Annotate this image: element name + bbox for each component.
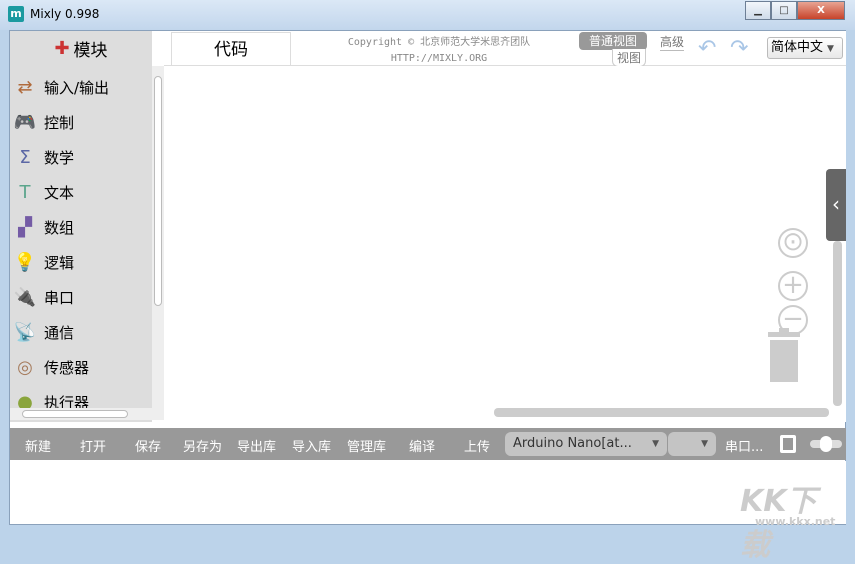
category-2[interactable]: Σ 数学: [14, 142, 74, 172]
close-button[interactable]: X: [797, 1, 845, 20]
category-4[interactable]: ▞ 数组: [14, 212, 74, 242]
open-button[interactable]: 打开: [80, 436, 106, 455]
view-label: 视图: [612, 49, 647, 67]
category-label: 输入/输出: [44, 78, 110, 97]
category-3[interactable]: T 文本: [14, 177, 75, 207]
undo-icon[interactable]: ↶: [698, 36, 716, 61]
category-icon: 💡: [13, 251, 37, 273]
bottom-toolbar: 新建 打开 保存 另存为 导出库 导入库 管理库 编译 上传 Arduino N…: [10, 428, 846, 460]
import-library-button[interactable]: 导入库: [292, 436, 331, 455]
category-icon: 🔌: [13, 286, 37, 308]
board-select[interactable]: Arduino Nano[at... ▼: [505, 432, 667, 456]
center-icon[interactable]: ⊙: [778, 228, 808, 258]
watermark-url: www.kkx.net: [755, 515, 836, 528]
output-console[interactable]: [10, 461, 846, 524]
app-icon: m: [8, 6, 24, 22]
workspace-vertical-scrollbar[interactable]: [833, 241, 842, 406]
app-client: ✚ 模块 ⇄ 输入/输出 🎮 控制 Σ 数学 T 文本 ▞ 数组 💡 逻辑 🔌 串口 📡 通信 ◎ 传感器 ● 执行器…: [9, 30, 846, 563]
toggle-switch[interactable]: [810, 436, 842, 452]
blocks-header: ✚ 模块: [10, 31, 152, 66]
zoom-in-icon[interactable]: +: [778, 271, 808, 301]
upload-button[interactable]: 上传: [464, 436, 490, 455]
minimize-button[interactable]: ▁: [745, 1, 771, 20]
category-icon: Σ: [19, 146, 31, 168]
category-label: 控制: [44, 113, 75, 132]
advanced-view-button[interactable]: 高级: [660, 33, 685, 51]
category-label: 传感器: [44, 358, 90, 377]
category-label: 数组: [44, 218, 75, 237]
category-label: 逻辑: [44, 253, 75, 272]
title-bar: m Mixly 0.998 ▁ □ X: [0, 0, 855, 30]
scroll-thumb[interactable]: [22, 410, 128, 418]
manage-library-button[interactable]: 管理库: [347, 436, 386, 455]
window-title: Mixly 0.998: [30, 7, 100, 21]
sidebar-vertical-scrollbar[interactable]: [152, 66, 164, 409]
blocks-title: 模块: [73, 41, 108, 61]
save-button[interactable]: 保存: [135, 436, 161, 455]
language-value: 简体中文: [771, 40, 824, 55]
category-label: 数学: [44, 148, 75, 167]
trash-icon[interactable]: [764, 328, 804, 384]
category-icon: 📡: [13, 321, 37, 343]
normal-view-button[interactable]: 普通视图: [579, 32, 647, 50]
category-icon: 🎮: [13, 111, 37, 133]
chip-icon[interactable]: [780, 435, 796, 453]
language-select[interactable]: 简体中文 ▼: [767, 37, 843, 59]
category-8[interactable]: ◎ 传感器: [14, 352, 89, 382]
redo-icon[interactable]: ↷: [730, 36, 748, 61]
copyright-text: Copyright © 北京师范大学米思齐团队: [347, 37, 531, 48]
sidebar-horizontal-scrollbar[interactable]: [10, 408, 164, 420]
category-icon: ◎: [17, 356, 33, 378]
puzzle-icon: ✚: [54, 38, 70, 59]
category-0[interactable]: ⇄ 输入/输出: [14, 72, 109, 102]
chevron-down-icon: ▼: [827, 44, 834, 54]
save-as-button[interactable]: 另存为: [183, 436, 222, 455]
port-select[interactable]: ▼: [668, 432, 716, 456]
maximize-button[interactable]: □: [771, 1, 797, 20]
tab-bar: 代码 Copyright © 北京师范大学米思齐团队 HTTP://MIXLY.…: [164, 31, 846, 67]
tab-code[interactable]: 代码: [171, 32, 291, 66]
category-icon: T: [19, 181, 31, 203]
new-button[interactable]: 新建: [25, 436, 51, 455]
category-icon: ▞: [18, 216, 32, 238]
chevron-down-icon: ▼: [652, 439, 659, 449]
category-label: 文本: [44, 183, 75, 202]
category-label: 串口: [44, 288, 75, 307]
category-5[interactable]: 💡 逻辑: [14, 247, 74, 277]
category-1[interactable]: 🎮 控制: [14, 107, 74, 137]
serial-monitor-button[interactable]: 串口...: [725, 436, 763, 455]
website-link[interactable]: HTTP://MIXLY.ORG: [324, 51, 554, 67]
category-6[interactable]: 🔌 串口: [14, 282, 74, 312]
flyout-toggle[interactable]: ‹: [826, 169, 846, 241]
category-label: 通信: [44, 323, 75, 342]
blocks-workspace[interactable]: ⊙ + −: [164, 66, 846, 422]
chevron-down-icon: ▼: [701, 439, 708, 449]
category-icon: ⇄: [17, 76, 33, 98]
scroll-thumb[interactable]: [154, 76, 162, 306]
copyright: Copyright © 北京师范大学米思齐团队 HTTP://MIXLY.ORG: [324, 35, 554, 67]
board-value: Arduino Nano[at...: [513, 436, 632, 451]
toolbox-sidebar: ✚ 模块 ⇄ 输入/输出 🎮 控制 Σ 数学 T 文本 ▞ 数组 💡 逻辑 🔌 串口 📡 通信 ◎ 传感器 ● 执行器: [10, 31, 164, 422]
workspace-horizontal-scrollbar[interactable]: [494, 408, 829, 417]
category-7[interactable]: 📡 通信: [14, 317, 74, 347]
export-library-button[interactable]: 导出库: [237, 436, 276, 455]
compile-button[interactable]: 编译: [409, 436, 435, 455]
